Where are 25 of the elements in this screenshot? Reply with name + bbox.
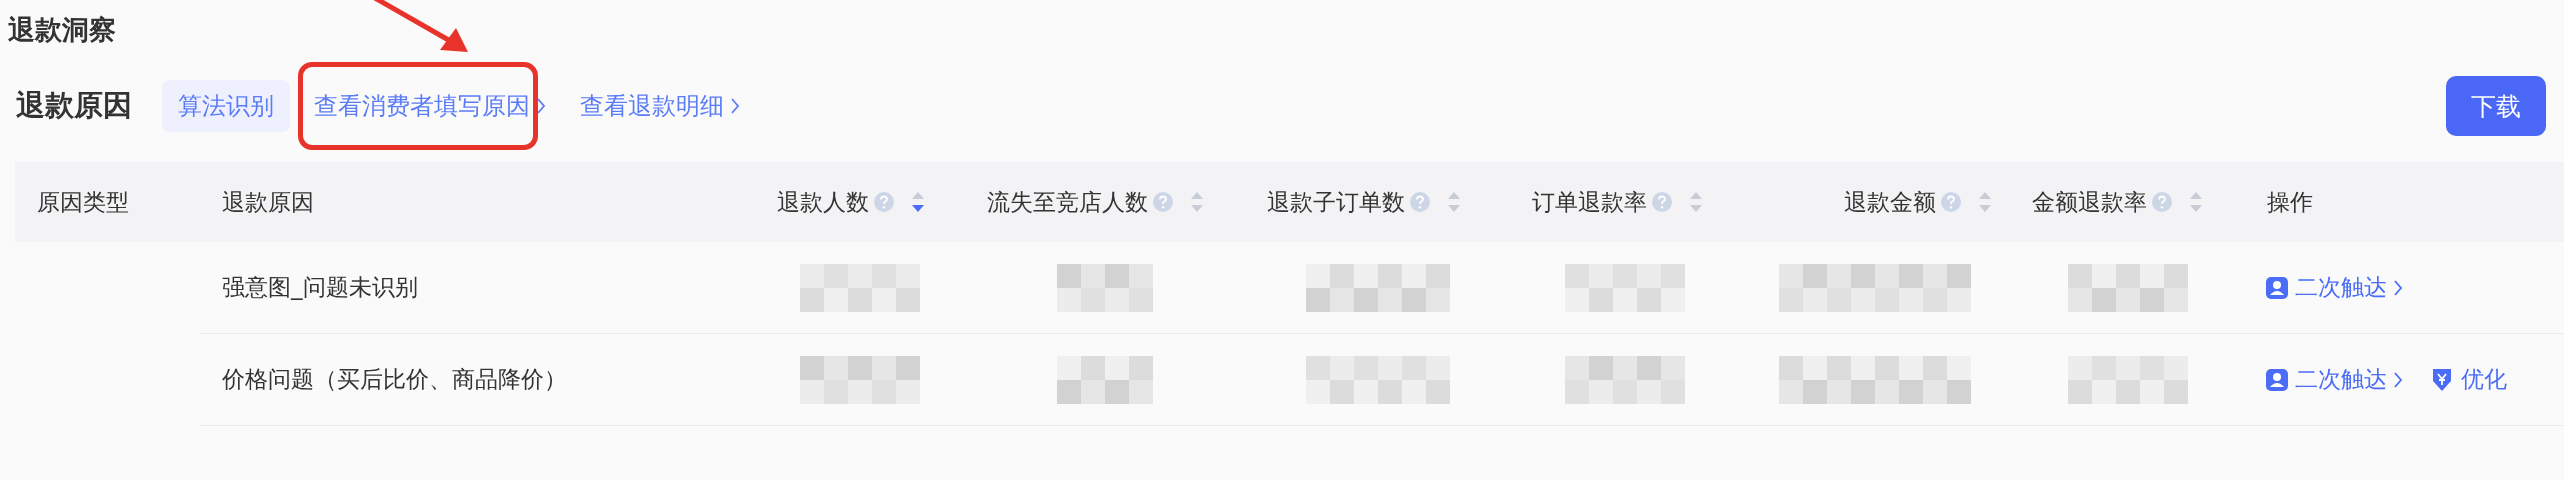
tab[interactable]: 查看退款明细 — [570, 80, 750, 132]
column-header: 操作 — [2267, 187, 2313, 217]
column-header: 退款金额 — [1844, 187, 1936, 217]
contact-icon — [2265, 275, 2289, 300]
column-header: 流失至竞店人数 — [987, 187, 1148, 217]
sort-icon[interactable] — [911, 190, 925, 214]
column-header: 退款原因 — [222, 187, 314, 217]
action-link[interactable]: 二次触达 — [2265, 272, 2403, 303]
action-link[interactable]: 优化 — [2431, 364, 2507, 395]
column-header: 退款人数 — [777, 187, 869, 217]
table-cell-text: 强意图_问题未识别 — [222, 273, 418, 302]
column-header: 原因类型 — [37, 187, 129, 217]
column-header: 金额退款率 — [2032, 187, 2147, 217]
tab[interactable]: 查看消费者填写原因 — [304, 80, 556, 132]
column-header: 退款子订单数 — [1267, 187, 1405, 217]
column-header: 订单退款率 — [1532, 187, 1647, 217]
section-title: 退款原因 — [16, 87, 132, 124]
chevron-icon — [2393, 278, 2403, 297]
contact-icon — [2265, 367, 2289, 392]
chevron-icon — [2393, 370, 2403, 389]
table-cell-text: 价格问题（买后比价、商品降价） — [222, 365, 567, 394]
download-button[interactable]: 下载 — [2446, 76, 2546, 136]
tab[interactable]: 算法识别 — [162, 80, 290, 132]
page-title: 退款洞察 — [8, 13, 116, 47]
action-link[interactable]: 二次触达 — [2265, 364, 2403, 395]
